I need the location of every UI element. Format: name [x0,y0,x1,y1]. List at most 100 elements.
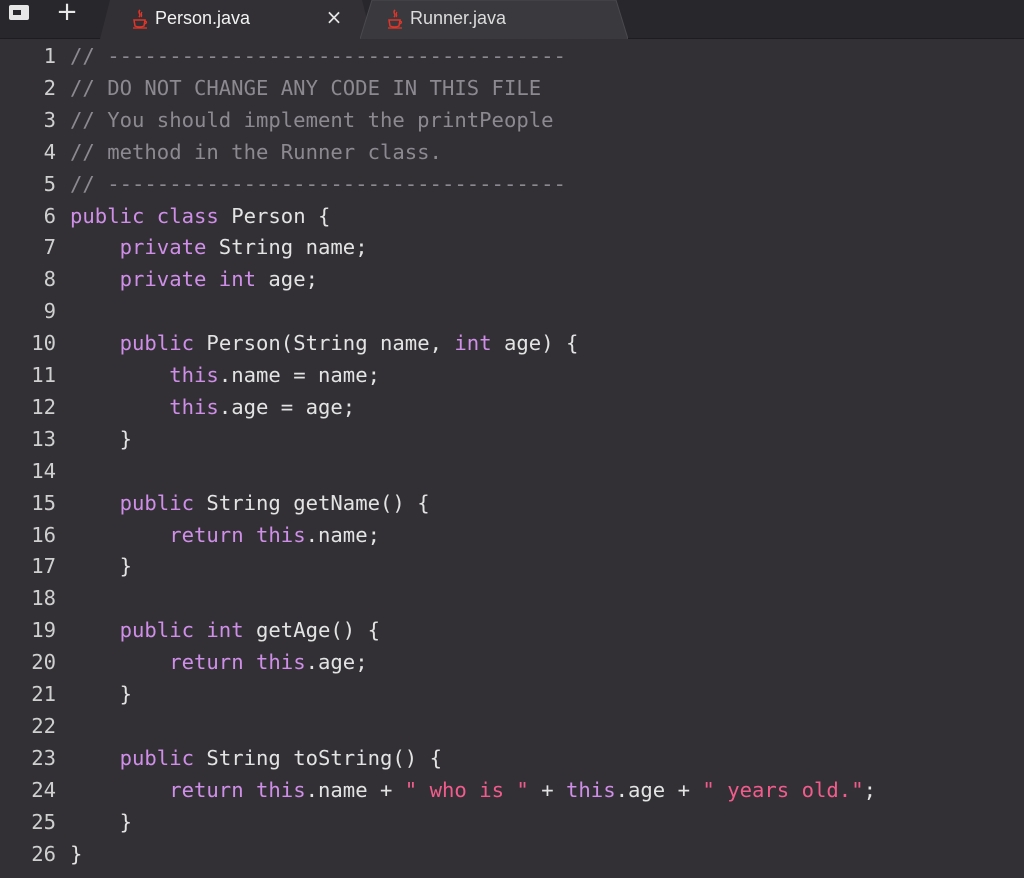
code-line[interactable]: 17 } [0,550,1024,582]
tab-runner-java[interactable]: Runner.java [360,0,628,39]
code-line[interactable]: 6 public class Person { [0,200,1024,232]
code-text: // DO NOT CHANGE ANY CODE IN THIS FILE [70,72,541,104]
code-text: this.name = name; [70,359,380,391]
line-number: 8 [43,267,56,292]
code-token: } [70,682,132,706]
code-text: } [70,806,132,838]
line-number: 10 [31,331,56,356]
code-text: public Person(String name, int age) { [70,327,579,359]
code-text: public class Person { [70,200,330,232]
code-line[interactable]: 26} [0,838,1024,870]
code-token: .name = name; [218,363,380,387]
code-token: ; [863,777,876,802]
code-token: String name; [206,235,368,260]
code-token: Person { [218,203,331,228]
code-line[interactable]: 13 } [0,423,1024,455]
code-line[interactable]: 22 [0,710,1024,742]
code-token: } [70,841,83,866]
code-line[interactable]: 21 } [0,678,1024,710]
line-number: 13 [31,426,56,451]
code-line[interactable]: 23 public String toString() { [0,742,1024,774]
line-number: 11 [31,363,56,387]
line-number: 9 [43,299,56,324]
code-token: + [528,777,566,802]
line-number: 21 [31,682,56,706]
tab-person-java[interactable]: Person.java × [100,0,372,39]
code-token: .name; [305,522,380,547]
code-line[interactable]: 25 } [0,806,1024,838]
line-number: 1 [43,44,56,68]
code-line[interactable]: 20 return this.age; [0,646,1024,678]
code-token: // ------------------------------------- [70,44,566,68]
code-token: this [566,777,616,802]
code-line[interactable]: 8 private int age; [0,263,1024,295]
line-number: 3 [43,107,56,132]
code-text: return this.name + " who is " + this.age… [70,774,876,806]
line-number: 25 [31,809,56,834]
code-token: public [119,490,195,515]
code-token: age) { [491,331,579,356]
code-line[interactable]: 18 [0,582,1024,614]
code-token: return this [169,650,306,675]
code-line[interactable]: 3 // You should implement the printPeople [0,104,1024,136]
code-token: private int [119,267,256,292]
code-text: return this.age; [70,646,367,678]
code-token: // method in the Runner class. [70,139,442,164]
code-token: age; [256,267,318,292]
code-line[interactable]: 19 public int getAge() { [0,614,1024,646]
code-text: // You should implement the printPeople [70,104,554,136]
code-line[interactable]: 24 return this.name + " who is " + this.… [0,774,1024,806]
code-token: } [70,554,132,579]
code-line[interactable]: 5 // ------------------------------------… [0,168,1024,200]
line-number: 2 [43,75,56,100]
code-editor[interactable]: 1 // ------------------------------------… [0,39,1024,878]
code-token: return this [169,522,306,547]
code-token: public class [70,203,219,228]
code-text: // ------------------------------------- [70,40,566,72]
code-line[interactable]: 12 this.age = age; [0,391,1024,423]
code-token: Person(String name, [194,331,455,356]
code-text: private String name; [70,231,368,263]
code-line[interactable]: 2 // DO NOT CHANGE ANY CODE IN THIS FILE [0,72,1024,104]
code-line[interactable]: 4 // method in the Runner class. [0,136,1024,168]
code-line[interactable]: 15 public String getName() { [0,487,1024,519]
code-token: // You should implement the printPeople [70,107,554,132]
code-text: return this.name; [70,519,380,551]
code-text: // ------------------------------------- [70,168,566,200]
code-token: int [454,331,492,356]
code-line[interactable]: 10 public Person(String name, int age) { [0,327,1024,359]
line-number: 14 [31,458,56,483]
code-line[interactable]: 9 [0,295,1024,327]
line-number: 17 [31,554,56,579]
code-token: public int [119,618,244,643]
code-token: .age = age; [218,394,356,419]
code-token: .name + [305,777,405,802]
tab-label: Runner.java [410,8,507,28]
tab-label: Person.java [155,8,251,28]
line-number: 15 [31,490,56,515]
code-line[interactable]: 7 private String name; [0,231,1024,263]
line-number: 22 [31,713,56,738]
line-number: 23 [31,745,56,770]
code-token: } [70,426,132,451]
line-number: 5 [43,171,56,196]
line-number: 4 [43,139,56,164]
line-number: 6 [43,203,56,228]
line-number: 18 [31,586,56,611]
new-tab-button[interactable]: + [56,0,78,26]
code-line[interactable]: 16 return this.name; [0,519,1024,551]
close-tab-icon[interactable]: × [325,6,343,28]
line-number: 19 [31,618,56,643]
code-line[interactable]: 14 [0,455,1024,487]
code-text: } [70,678,132,710]
code-line[interactable]: 11 this.name = name; [0,359,1024,391]
java-icon [133,9,148,29]
line-number: 16 [31,522,56,547]
panel-toggle-icon[interactable] [9,5,29,20]
code-line[interactable]: 1 // ------------------------------------… [0,40,1024,72]
